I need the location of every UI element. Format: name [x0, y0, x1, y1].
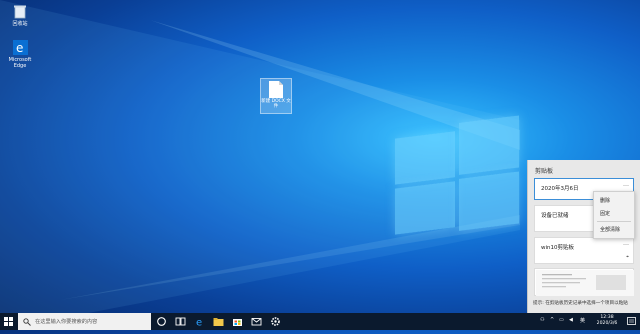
search-placeholder: 在这里输入你要搜索的内容 — [35, 319, 98, 325]
recycle-bin-icon — [13, 4, 27, 19]
desktop-file-label: 新建 DOCX 文件 — [261, 99, 291, 109]
svg-text:e: e — [196, 318, 202, 328]
task-view-icon[interactable] — [175, 316, 186, 327]
taskbar-search-box[interactable]: 在这里输入你要搜索的内容 — [18, 313, 151, 330]
menu-item-pin[interactable]: 固定 — [600, 210, 610, 217]
menu-divider — [597, 221, 631, 222]
start-button[interactable] — [0, 313, 17, 330]
file-explorer-icon[interactable] — [213, 316, 224, 327]
volume-icon[interactable]: ◀ — [569, 317, 573, 323]
taskbar: 在这里输入你要搜索的内容 e ⚇ ^ ▭ ◀ 英 12:38 2020/3/6 — [0, 313, 640, 330]
document-file-icon — [269, 81, 283, 98]
desktop-icon-recycle-bin[interactable]: 回收站 — [2, 4, 38, 27]
more-options-icon[interactable]: … — [623, 240, 629, 247]
clipboard-item-image[interactable] — [534, 268, 634, 296]
more-options-icon[interactable]: … — [623, 181, 629, 188]
edge-taskbar-icon[interactable]: e — [194, 316, 205, 328]
clipboard-item-text: 设备已就绪 — [541, 213, 569, 219]
ime-indicator[interactable]: 英 — [580, 317, 585, 324]
desktop-file-selected[interactable]: 新建 DOCX 文件 — [260, 78, 292, 114]
svg-text:e: e — [16, 41, 23, 55]
windows-start-icon — [4, 317, 13, 326]
desktop-icon-label: Microsoft Edge — [8, 57, 32, 69]
search-icon — [23, 318, 31, 326]
menu-item-delete[interactable]: 删除 — [600, 197, 610, 204]
cortana-icon[interactable] — [156, 316, 167, 327]
clipboard-hint: 提示: 在剪贴板历史记录中选择一个项目以粘贴 — [533, 301, 628, 306]
clipboard-context-menu: 删除 固定 全部清除 — [593, 191, 635, 239]
show-hidden-icons-chevron-icon[interactable]: ^ — [550, 317, 554, 323]
network-icon[interactable]: ▭ — [559, 317, 564, 323]
clock-date: 2020/3/6 — [596, 321, 618, 326]
settings-gear-icon[interactable] — [270, 316, 281, 327]
person-icon[interactable]: ⚇ — [540, 317, 544, 323]
store-icon[interactable] — [232, 316, 243, 327]
menu-item-clear-all[interactable]: 全部清除 — [600, 226, 620, 233]
clipboard-item-text: 2020年3月6日 — [541, 186, 579, 192]
pin-icon[interactable]: ⌖ — [626, 254, 629, 260]
clipboard-item[interactable]: win10剪贴板 … ⌖ — [534, 237, 634, 264]
clipboard-title: 剪贴板 — [535, 168, 554, 175]
screenshot-thumbnail — [536, 270, 634, 296]
windows-logo-wallpaper — [395, 115, 520, 238]
mail-icon[interactable] — [251, 316, 262, 327]
taskbar-clock[interactable]: 12:38 2020/3/6 — [592, 315, 622, 327]
desktop-icon-label: 回收站 — [12, 21, 28, 27]
edge-icon: e — [12, 40, 28, 55]
notification-center-icon[interactable] — [627, 317, 636, 326]
desktop-icon-edge[interactable]: e Microsoft Edge — [2, 40, 38, 69]
clipboard-item-text: win10剪贴板 — [541, 245, 575, 251]
